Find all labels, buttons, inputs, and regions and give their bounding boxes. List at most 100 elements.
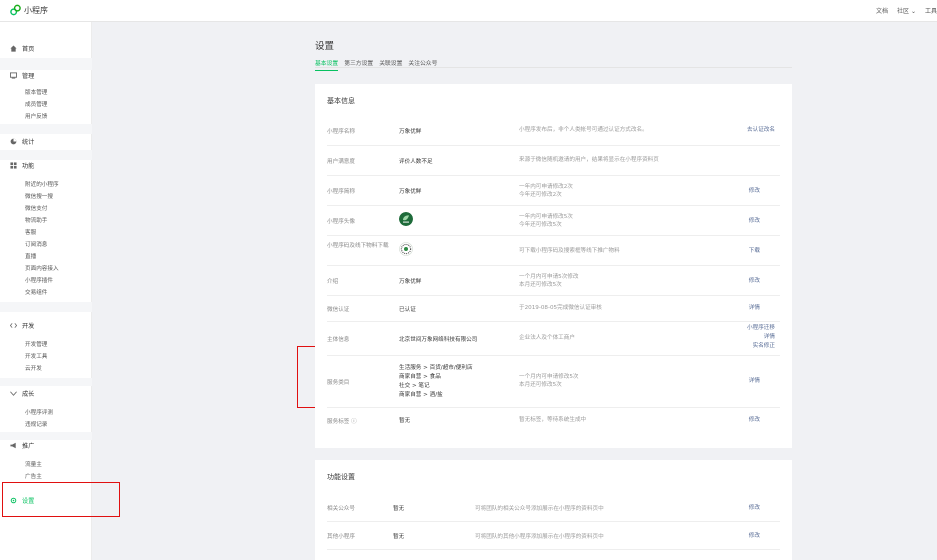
sidebar-item-members[interactable]: 成员管理 (25, 100, 47, 108)
sidebar-item-dev-tools[interactable]: 开发工具 (25, 352, 47, 360)
info-row-categories: 服务类目 生活服务 > 百货/超市/便利店 商家自营 > 食品 社交 > 笔记 … (327, 356, 780, 408)
sidebar-item-stats[interactable]: 统计 (10, 136, 34, 146)
megaphone-icon (10, 442, 16, 448)
edit-link[interactable]: 修改 (749, 504, 760, 512)
home-icon (10, 44, 17, 52)
sidebar-item-cloud[interactable]: 云开发 (25, 364, 42, 372)
row-value: 北京世间万象网络科技有限公司 (399, 337, 478, 343)
download-link[interactable]: 下载 (749, 247, 760, 255)
tab-third-party[interactable]: 第三方设置 (344, 58, 373, 71)
sidebar-item-subscribe[interactable]: 订阅消息 (25, 240, 47, 248)
miniprogram-code-icon[interactable] (399, 242, 413, 256)
grid-icon (10, 161, 17, 169)
sidebar-item-live[interactable]: 直播 (25, 252, 36, 260)
sidebar-item-version[interactable]: 版本管理 (25, 88, 47, 96)
edit-link[interactable]: 修改 (749, 532, 760, 540)
row-desc: 来源于微信随机邀请的用户，结果将显示在小程序资料页 (519, 157, 659, 163)
sidebar: 首页 管理 版本管理 成员管理 用户反馈 统计 功能 附近的小程序 微信搜一搜 … (0, 22, 92, 560)
category-line: 社交 > 笔记 (399, 383, 430, 389)
sidebar-item-pay[interactable]: 微信支付 (25, 204, 47, 212)
sidebar-item-review[interactable]: 小程序评测 (25, 408, 53, 416)
row-desc: 于2019-08-05完成微信认证审核 (519, 305, 602, 311)
edit-link[interactable]: 修改 (749, 416, 760, 424)
sidebar-item-traffic[interactable]: 流量主 (25, 460, 42, 468)
edit-link[interactable]: 修改 (749, 277, 760, 285)
sidebar-item-violations[interactable]: 违规记录 (25, 420, 47, 428)
sidebar-item-dev[interactable]: 开发 (10, 320, 34, 330)
row-value: 已认证 (399, 307, 416, 313)
brand[interactable]: 小程序 (10, 4, 48, 16)
row-desc-line1: 一个月内可申请修改5次 (519, 374, 579, 380)
sidebar-item-feedback[interactable]: 用户反馈 (25, 112, 47, 120)
sidebar-item-home[interactable]: 首页 (10, 43, 34, 53)
sidebar-item-promo[interactable]: 推广 (10, 440, 34, 450)
row-value: 万象优鲜 (399, 129, 422, 135)
row-desc-line2: 今年还可修改2次 (519, 192, 562, 198)
sidebar-divider (0, 124, 92, 134)
details-link[interactable]: 详情 (749, 377, 760, 385)
row-value: 万象优鲜 (399, 189, 422, 195)
tabs-divider (315, 67, 792, 68)
row-value: 评价人数不足 (399, 159, 433, 165)
sidebar-divider (0, 378, 92, 386)
row-value: 暂无 (393, 534, 405, 540)
row-value: 暂无 (393, 506, 405, 512)
tab-associations[interactable]: 关联设置 (379, 58, 402, 71)
info-row-verification: 微信认证 已认证 于2019-08-05完成微信认证审核 详情 (327, 296, 780, 322)
sidebar-item-search[interactable]: 微信搜一搜 (25, 192, 53, 200)
sidebar-item-features[interactable]: 功能 (10, 160, 34, 170)
sidebar-item-trade[interactable]: 交易组件 (25, 288, 47, 296)
row-label: 小程序头像 (327, 219, 355, 225)
page-title: 设置 (315, 41, 335, 52)
edit-link[interactable]: 修改 (749, 187, 760, 195)
top-links: 文档 社区 ⌄ 工具 (876, 6, 937, 15)
category-line: 商家自营 > 酒/盐 (399, 392, 443, 398)
app-title: 小程序 (24, 5, 48, 15)
sidebar-label-features: 功能 (22, 162, 35, 170)
sidebar-item-service[interactable]: 客服 (25, 228, 36, 236)
row-value: 暂无 (399, 418, 411, 424)
feature-row-official-accounts: 相关公众号 暂无 可将团队的相关公众号添加展示在小程序的资料页中 修改 (327, 494, 780, 522)
row-desc: 可将团队的其他小程序添加展示在小程序的资料页中 (475, 534, 604, 540)
row-label: 介绍 (327, 279, 339, 285)
row-desc-line2: 本月还可修改5次 (519, 382, 562, 388)
sidebar-item-plugin[interactable]: 小程序插件 (25, 276, 53, 284)
row-label: 用户满意度 (327, 159, 355, 165)
row-desc: 可下载小程序码及搜索框等线下推广物料 (519, 248, 620, 254)
info-row-satisfaction: 用户满意度 评价人数不足 来源于微信随机邀请的用户，结果将显示在小程序资料页 (327, 146, 780, 176)
details-link[interactable]: 详情 (749, 304, 760, 312)
sidebar-label-manage: 管理 (22, 72, 35, 80)
app-avatar[interactable] (399, 212, 413, 226)
realname-fix-link[interactable]: 实名修正 (753, 342, 775, 350)
tab-follow-official[interactable]: 关注公众号 (408, 58, 437, 71)
sidebar-item-content[interactable]: 页面内容接入 (25, 264, 59, 272)
sidebar-item-dev-manage[interactable]: 开发管理 (25, 340, 47, 348)
sidebar-divider (0, 150, 92, 160)
feature-settings-title: 功能设置 (327, 473, 355, 481)
feature-settings-card: 功能设置 相关公众号 暂无 可将团队的相关公众号添加展示在小程序的资料页中 修改… (315, 460, 792, 560)
top-link-docs[interactable]: 文档 (876, 6, 888, 15)
settings-tabs: 基本设置 第三方设置 关联设置 关注公众号 (315, 58, 437, 71)
edit-link[interactable]: 修改 (749, 217, 760, 225)
row-label: 服务标签 ⓘ (327, 419, 357, 425)
category-line: 商家自营 > 食品 (399, 374, 441, 380)
category-line: 生活服务 > 百货/超市/便利店 (399, 365, 473, 371)
migrate-link[interactable]: 小程序迁移 (747, 324, 775, 332)
row-label: 微信认证 (327, 307, 350, 313)
sidebar-label-stats: 统计 (22, 138, 35, 146)
sidebar-item-logistics[interactable]: 物流助手 (25, 216, 47, 224)
sidebar-item-nearby[interactable]: 附近的小程序 (25, 180, 59, 188)
top-link-community[interactable]: 社区 ⌄ (897, 6, 916, 15)
row-desc-line1: 一年内可申请修改5次 (519, 214, 573, 220)
details-link[interactable]: 详情 (764, 333, 775, 341)
tab-basic[interactable]: 基本设置 (315, 58, 339, 71)
sidebar-item-advertiser[interactable]: 广告主 (25, 472, 42, 480)
sidebar-label-dev: 开发 (22, 322, 35, 330)
sidebar-divider (0, 302, 92, 312)
rename-link[interactable]: 去认证改名 (747, 126, 775, 134)
sidebar-item-manage[interactable]: 管理 (10, 70, 34, 80)
top-link-tools[interactable]: 工具 (925, 6, 937, 15)
row-desc-line2: 今年还可修改5次 (519, 222, 562, 228)
sidebar-item-growth[interactable]: 成长 (10, 388, 34, 398)
info-row-short-name: 小程序简称 万象优鲜 一年内可申请修改2次 今年还可修改2次 修改 (327, 176, 780, 206)
